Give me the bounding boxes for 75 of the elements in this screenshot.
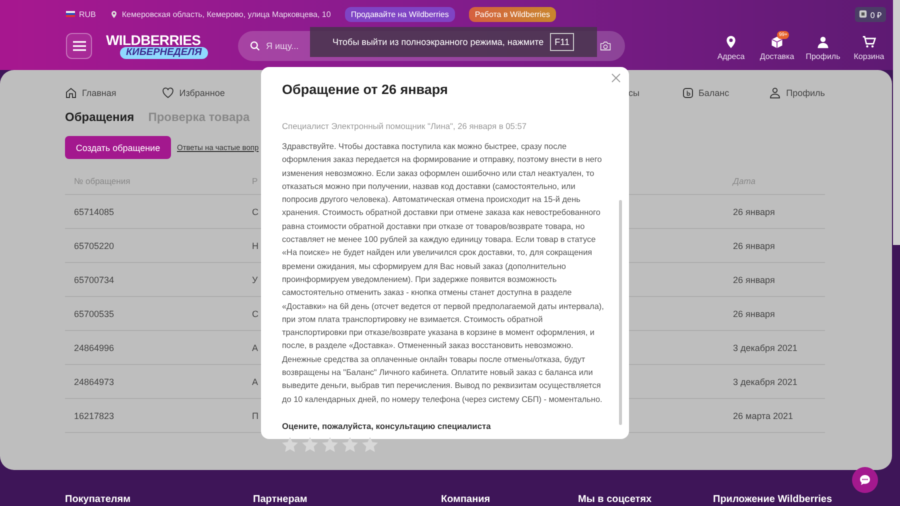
notice-text: Чтобы выйти из полноэкранного режима, нажмите [332,37,544,47]
person-icon [769,87,782,99]
table-cell-text: 65700535 [74,308,116,318]
scrollbar[interactable] [619,200,622,425]
table-cell: С [252,308,258,318]
cart-icon [862,35,876,49]
table-cell-text: 24864973 [74,376,116,386]
chat-icon [859,474,871,486]
menu-button[interactable] [66,33,92,59]
currency-label[interactable]: RUB [79,10,96,18]
table-cell: Н [252,240,258,250]
header-link[interactable]: Продавайте на Wildberries [344,6,455,22]
address-link[interactable]: Кемеровская область, Кемерово, улица Марковцева, 10 [122,10,331,18]
table-cell-text: 16217823 [74,410,116,420]
dialog-title: Обращение от 26 января [282,82,449,97]
logo-subtitle[interactable]: КИБЕРНЕДЕЛЯ [120,47,208,59]
table-cell-text: 26 января [733,240,776,250]
search-icon [250,41,260,51]
table-cell-text: 3 декабря 2021 [733,376,798,386]
house-icon [65,87,77,99]
table-cell-text: 26 января [733,206,776,216]
header-action[interactable]: Профиль [800,31,846,61]
table-cell: П [252,410,258,420]
create-request-button[interactable]: Создать обращение [65,136,171,159]
menu-icon [72,41,86,51]
nav-link[interactable]: Баланс [682,87,730,99]
nav-link[interactable]: Избранное [162,87,225,99]
table-cell: А [252,342,258,352]
header-action[interactable]: Адреса [708,31,754,61]
header-action[interactable]: Корзина [846,31,892,61]
star-icon[interactable] [342,436,358,452]
star-icon[interactable] [322,436,338,452]
chat-button[interactable] [852,467,878,493]
flag-icon [66,11,75,17]
rating-label: Оцените, пожалуйста, консультацию специалиста [282,420,492,431]
wallet-icon [682,87,694,99]
table-cell-text: 3 декабря 2021 [733,342,798,352]
message-text: Здравствуйте. Чтобы доставка поступила как можно быстрее, сразу после оформления заказ передается на формирование и отправку, поэтому внести в него изменения невозможно. Если заказ оформлен ошибочно или стал неактуален, то отказаться можно при получении, назвав код доставки (самостоятельно, или попросив другого человека). Автоматическая отмена происходит на 15-й день хранения. Стоимость обратной доставки при отмене заказа как невостребованного равна стоимости обратной доставки при отказе от товаров/возврате товара, но составляет не менее 100 рублей за каждую единицу товара. Если товар в статусе «На поиске» не будет найден или увеличился срок доставки, то, для сокращения времени ожидания, мы сформируем для Вас новый заказ (дополнительно проинформируем уведомлением). При задержке появится возможность самостоятельно отменить заказ - кнопка отмены станет доступна в разделе «Доставки» на 6й день (отсчет ведется от первой предполагаемой даты интервала), при этом плата транспортировку не взимается. Стоимость обратной транспортировки при отказе/возврате указана в корзине в момент оформления, и после, в разделе «Доставка». Отмененный заказ восстановить невозможно. Денежные средства за оплаченные онлайн товары после отмены/отказа, будут возвращены на "Баланс" Личного кабинета. Оплатите новый заказ с баланса или выведите деньги, выбрав тип перечисления. Вывод по реквизитам осуществляется до 10 календарных дней, по номеру телефона (через систему СБП) - моментально. [282,141,604,406]
table-cell-text: 24864996 [74,342,116,352]
location-pin-icon [110,10,118,18]
scrollbar[interactable] [893,0,900,245]
table-cell: С [252,206,258,216]
footer-heading[interactable]: Приложение Wildberries [713,494,832,505]
camera-icon [600,41,611,51]
logo-text[interactable]: WILDBERRIES [106,33,232,47]
box-icon [770,35,784,49]
footer-heading[interactable]: Компания [441,494,578,505]
table-cell-text: 65705220 [74,240,116,250]
footer-heading[interactable]: Мы в соцсетях [578,494,713,505]
table-cell-text: 26 января [733,308,776,318]
table-cell-text: 65700734 [74,274,116,284]
key-cap: F11 [550,33,574,51]
table-cell: У [252,274,258,284]
message-meta: Специалист Электронный помощник "Лина", 26 января в 05:57 [282,121,528,131]
footer-heading[interactable]: Покупателям [65,494,253,505]
balance-badge[interactable]: 0 ₽ [855,6,886,22]
person-icon [816,35,830,49]
star-icon[interactable] [282,436,298,452]
tab[interactable]: Обращения [65,110,134,124]
nav-link[interactable]: Профиль [769,87,825,99]
close-icon [611,73,621,83]
table-cell: А [252,376,258,386]
wallet-icon [859,10,868,18]
nav-link[interactable]: Главная [65,87,116,99]
balance-amount: 0 ₽ [870,10,882,20]
heart-icon [162,87,174,99]
star-icon[interactable] [302,436,318,452]
table-cell-text: 26 января [733,274,776,284]
nav-link[interactable]: сы [628,88,640,98]
footer-heading[interactable]: Партнерам [253,494,441,505]
table-cell-text: 26 марта 2021 [733,410,794,420]
table-cell-text: 65714085 [74,206,116,216]
location-pin-icon [724,35,738,49]
star-icon[interactable] [362,436,378,452]
close-button[interactable] [611,73,623,85]
